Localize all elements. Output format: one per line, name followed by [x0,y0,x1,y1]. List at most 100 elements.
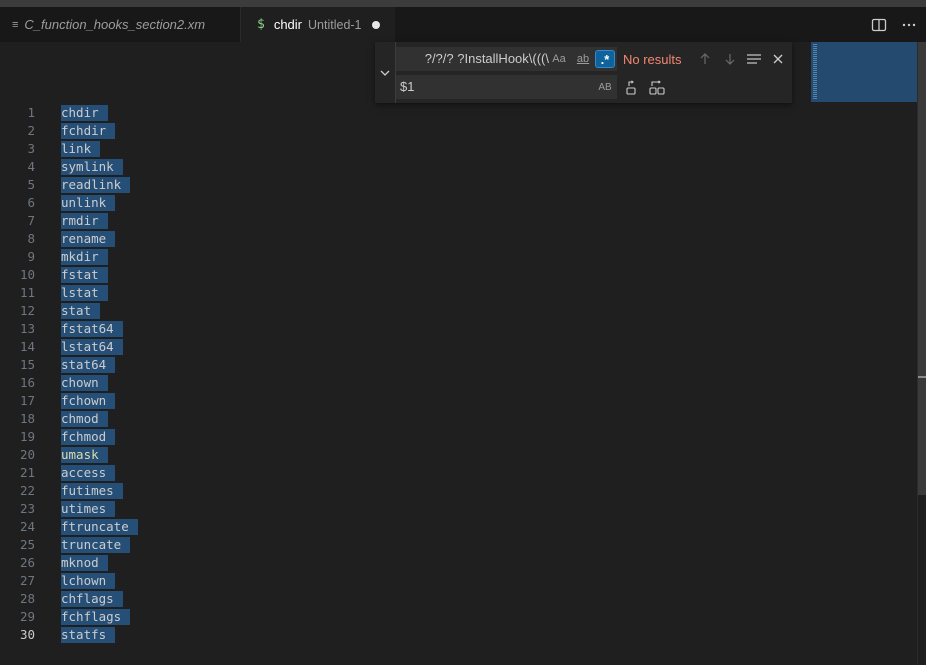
line-text: fstat64 [61,321,123,337]
code-line[interactable]: 19 fchmod [0,428,900,446]
line-number: 19 [19,429,35,444]
more-actions-icon[interactable] [900,16,918,34]
tab-bar: ≡ C_function_hooks_section2.xm $ chdir U… [0,7,926,42]
find-status: No results [623,52,682,67]
code-line[interactable]: 23 utimes [0,500,900,518]
shell-script-icon: $ [257,17,265,32]
code-line[interactable]: 16 chown [0,374,900,392]
code-line[interactable]: 26 mknod [0,554,900,572]
next-match-icon[interactable] [720,49,740,69]
line-number: 30 [19,627,35,642]
minimap-slider[interactable] [811,42,917,102]
line-number: 26 [19,555,35,570]
line-number: 13 [19,321,35,336]
code-line[interactable]: 24 ftruncate [0,518,900,536]
line-number: 20 [19,447,35,462]
use-regex-toggle[interactable]: .* [595,50,615,68]
title-bar-strip [0,0,926,7]
code-line[interactable]: 7 rmdir [0,212,900,230]
code-line[interactable]: 6 unlink [0,194,900,212]
code-line[interactable]: 12 stat [0,302,900,320]
line-text: umask [61,447,108,463]
replace-input[interactable]: $1 AB [396,75,617,99]
line-text: fchdir [61,123,116,139]
line-number: 29 [19,609,35,624]
tab-title: C_function_hooks_section2.xm [24,17,206,32]
line-number: 5 [27,177,35,192]
line-text: fchown [61,393,116,409]
code-line[interactable]: 27 lchown [0,572,900,590]
line-text: symlink [61,159,123,175]
line-number: 27 [19,573,35,588]
close-icon[interactable] [768,49,788,69]
line-number: 11 [19,285,35,300]
code-line[interactable]: 9 mkdir [0,248,900,266]
line-number: 9 [27,249,35,264]
code-line[interactable]: 10 fstat [0,266,900,284]
split-editor-icon[interactable] [870,16,888,34]
replace-input-value: $1 [400,79,415,94]
line-number: 2 [27,123,35,138]
code-line[interactable]: 17 fchown [0,392,900,410]
line-number: 28 [19,591,35,606]
line-text: chflags [61,591,123,607]
code-line[interactable]: 15 stat64 [0,356,900,374]
line-number: 12 [19,303,35,318]
scrollbar-thumb[interactable] [918,42,926,495]
code-line[interactable]: 3 link [0,140,900,158]
replace-icon[interactable] [621,78,641,98]
line-text: lstat64 [61,339,123,355]
code-line[interactable]: 8 rename [0,230,900,248]
find-in-selection-icon[interactable] [744,49,764,69]
previous-match-icon[interactable] [695,49,715,69]
match-whole-word-toggle[interactable]: ab [572,50,594,68]
preserve-case-toggle[interactable]: AB [594,78,616,96]
find-input[interactable]: ?/?/? ?InstallHook\(((\ Aa ab .* [396,47,617,71]
line-text: fchflags [61,609,131,625]
line-text: utimes [61,501,116,517]
tab-chdir[interactable]: $ chdir Untitled-1 [241,7,395,42]
line-text: fstat [61,267,108,283]
line-text: futimes [61,483,123,499]
toggle-replace-icon[interactable] [375,42,396,103]
scrollbar-cursor-marker [918,376,926,378]
match-case-toggle[interactable]: Aa [549,50,569,68]
line-number: 7 [27,213,35,228]
replace-all-icon[interactable] [647,78,667,98]
tab-description: Untitled-1 [308,17,362,32]
code-line[interactable]: 14 lstat64 [0,338,900,356]
code-line[interactable]: 11 lstat [0,284,900,302]
line-number: 25 [19,537,35,552]
find-input-value: ?/?/? ?InstallHook\(((\ [424,51,549,66]
code-line[interactable]: 28 chflags [0,590,900,608]
code-line[interactable]: 4 symlink [0,158,900,176]
code-line[interactable]: 1 chdir [0,104,900,122]
line-number: 6 [27,195,35,210]
tab-c-function-hooks[interactable]: ≡ C_function_hooks_section2.xm [0,7,241,42]
line-number: 8 [27,231,35,246]
line-number: 1 [27,105,35,120]
code-line[interactable]: 20 umask [0,446,900,464]
line-number: 24 [19,519,35,534]
line-text: readlink [61,177,131,193]
unsaved-dot-icon[interactable] [371,20,380,29]
line-text: chown [61,375,108,391]
code-line[interactable]: 29 fchflags [0,608,900,626]
line-text: link [61,141,101,157]
code-line[interactable]: 18 chmod [0,410,900,428]
code-line[interactable]: 30 statfs [0,626,900,644]
line-text: lstat [61,285,108,301]
line-number: 16 [19,375,35,390]
line-number: 10 [19,267,35,282]
code-line[interactable]: 5 readlink [0,176,900,194]
line-number: 17 [19,393,35,408]
find-replace-widget: ?/?/? ?InstallHook\(((\ Aa ab .* No resu… [375,42,792,103]
code-line[interactable]: 21 access [0,464,900,482]
code-line[interactable]: 25 truncate [0,536,900,554]
code-line[interactable]: 13 fstat64 [0,320,900,338]
file-lines-icon: ≡ [12,18,19,31]
code-line[interactable]: 2 fchdir [0,122,900,140]
code-line[interactable]: 22 futimes [0,482,900,500]
line-text: rmdir [61,213,108,229]
line-number: 4 [27,159,35,174]
